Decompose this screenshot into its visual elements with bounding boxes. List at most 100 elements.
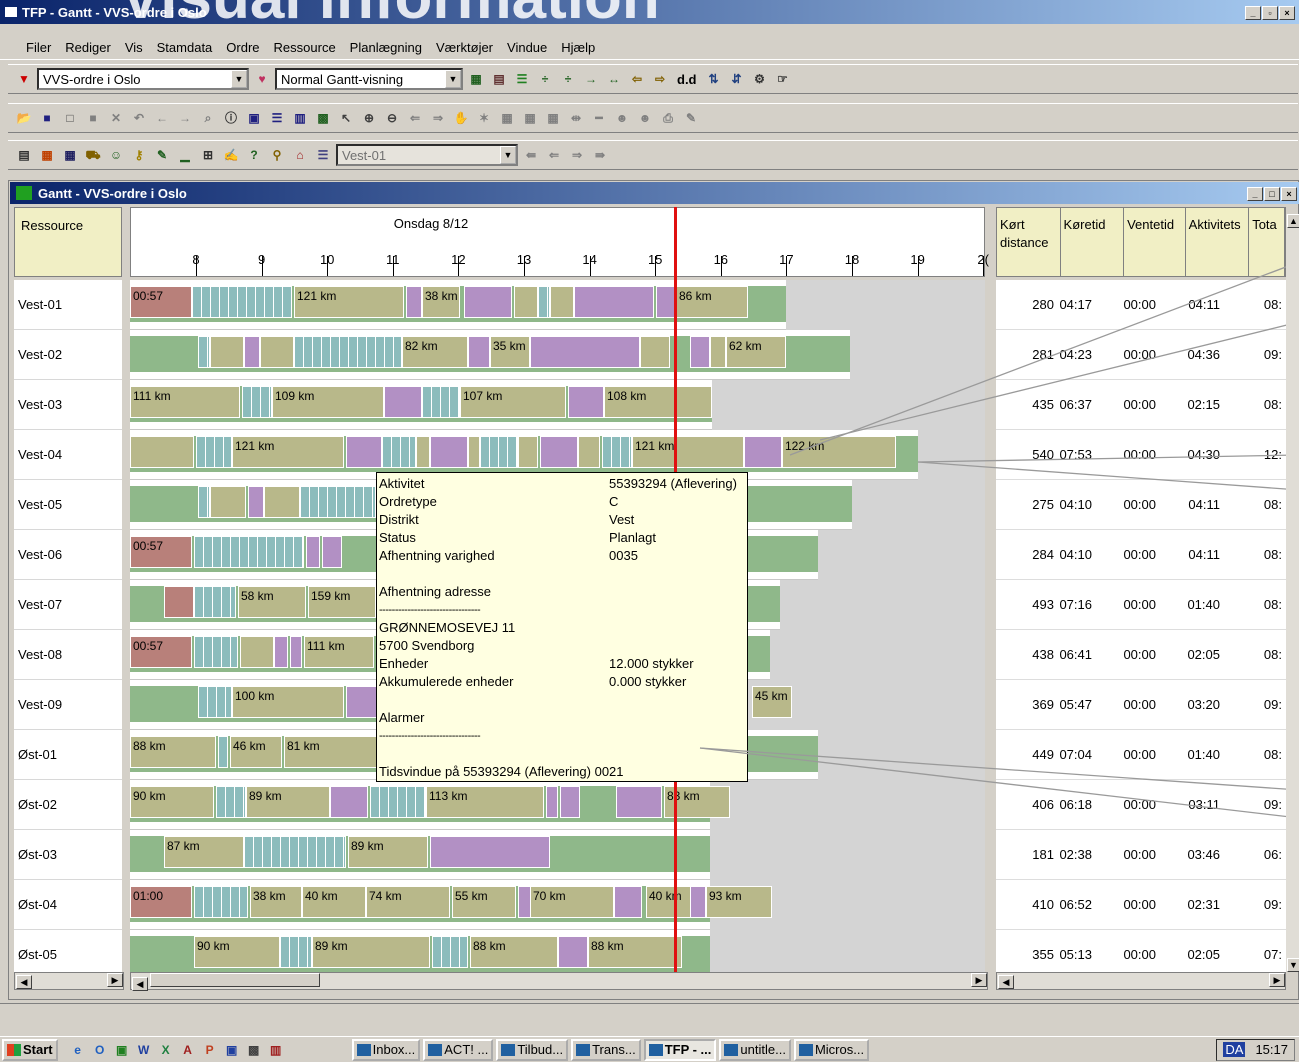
map-icon[interactable]: ▩ — [313, 108, 333, 128]
activity-bar[interactable]: 109 km — [272, 386, 384, 418]
taskbar-button[interactable]: TFP - ... — [643, 1038, 717, 1061]
activity-bar[interactable]: 74 km — [366, 886, 450, 918]
start-button[interactable]: Start — [2, 1038, 58, 1061]
scroll-right-button[interactable]: ▶ — [107, 973, 123, 987]
activity-bar[interactable] — [196, 436, 232, 468]
menu-item-0[interactable]: Filer — [26, 40, 51, 55]
activity-bar[interactable] — [382, 436, 416, 468]
resource-row[interactable]: Vest-09 — [14, 680, 122, 730]
schedule-icon[interactable]: ▦ — [60, 145, 80, 165]
stats-row[interactable]: 369 05:47 00:00 03:20 09: — [996, 680, 1286, 730]
stats-row[interactable]: 281 04:23 00:00 04:36 09: — [996, 330, 1286, 380]
save-disabled-icon[interactable]: ■ — [83, 108, 103, 128]
resource-row[interactable]: Øst-05 — [14, 930, 122, 972]
route-icon[interactable]: ⇹ — [566, 108, 586, 128]
find-order-icon[interactable]: ⚲ — [267, 145, 287, 165]
activity-bar[interactable] — [260, 336, 294, 368]
activity-bar[interactable] — [710, 336, 726, 368]
scroll-up-button[interactable]: ▲ — [1287, 214, 1299, 228]
activity-bar[interactable]: 00:57 — [130, 536, 192, 568]
activity-bar[interactable] — [560, 786, 580, 818]
excel-icon[interactable]: X — [157, 1040, 175, 1060]
brush-icon[interactable]: ✎ — [681, 108, 701, 128]
pan-right-icon[interactable]: ⇒ — [428, 108, 448, 128]
stats-row[interactable]: 406 06:18 00:00 03:11 09: — [996, 780, 1286, 830]
scroll-left-button[interactable]: ◀ — [132, 977, 148, 991]
activity-bar[interactable]: 89 km — [348, 836, 428, 868]
access-icon[interactable]: A — [179, 1040, 197, 1060]
activity-bar[interactable]: 89 km — [246, 786, 330, 818]
activity-bar[interactable] — [198, 686, 232, 718]
activity-bar[interactable] — [300, 486, 376, 518]
activity-bar[interactable]: 159 km — [308, 586, 376, 618]
chevron-down-icon[interactable]: ▼ — [231, 70, 247, 88]
activity-bar[interactable]: 93 km — [706, 886, 772, 918]
key-icon[interactable]: ⚷ — [129, 145, 149, 165]
plan-combo[interactable]: VVS-ordre i Oslo ▼ — [37, 68, 249, 90]
activity-bar[interactable] — [240, 636, 274, 668]
colors-icon[interactable]: ▦ — [37, 145, 57, 165]
activity-bar[interactable] — [690, 886, 706, 918]
scroll-right-button[interactable]: ▶ — [971, 973, 987, 987]
resource-row[interactable]: Vest-01 — [14, 280, 122, 330]
gantt-row[interactable]: 87 km 89 km — [130, 830, 985, 880]
activity-bar[interactable]: 107 km — [460, 386, 566, 418]
last-icon[interactable]: ⇛ — [590, 145, 610, 165]
activity-bar[interactable] — [248, 486, 264, 518]
activity-bar[interactable] — [546, 786, 558, 818]
layers-alt-icon[interactable]: ▦ — [520, 108, 540, 128]
activity-bar[interactable] — [370, 786, 426, 818]
stats-row[interactable]: 284 04:10 00:00 04:11 08: — [996, 530, 1286, 580]
activity-bar[interactable] — [210, 336, 244, 368]
activity-bar[interactable]: 81 km — [284, 736, 384, 768]
activity-bar[interactable] — [744, 436, 782, 468]
resource-row[interactable]: Vest-05 — [14, 480, 122, 530]
find-icon[interactable]: ⌕ — [198, 108, 218, 128]
pointer-icon[interactable]: ☞ — [773, 69, 793, 89]
stats-row[interactable]: 275 04:10 00:00 04:11 08: — [996, 480, 1286, 530]
activity-bar[interactable]: 38 km — [250, 886, 302, 918]
ie-icon[interactable]: e — [69, 1040, 87, 1060]
activity-bar[interactable] — [538, 286, 550, 318]
tile-horizontal-icon[interactable]: ☰ — [267, 108, 287, 128]
activity-bar[interactable]: 40 km — [646, 886, 696, 918]
stats-row[interactable]: 181 02:38 00:00 03:46 06: — [996, 830, 1286, 880]
activity-bar[interactable]: 55 km — [452, 886, 516, 918]
activity-bar[interactable] — [432, 936, 468, 968]
gantt-hscrollbar[interactable]: ◀ ▶ — [130, 972, 988, 991]
activity-bar[interactable] — [264, 486, 300, 518]
resource-header[interactable]: Ressource — [14, 207, 122, 277]
activity-bar[interactable]: 121 km — [632, 436, 744, 468]
taskbar-button[interactable]: Inbox... — [351, 1038, 421, 1061]
activity-bar[interactable]: 87 km — [164, 836, 244, 868]
stats-row[interactable]: 438 06:41 00:00 02:05 08: — [996, 630, 1286, 680]
house-icon[interactable]: ⌂ — [290, 145, 310, 165]
activity-bar[interactable] — [294, 336, 402, 368]
activity-bar[interactable] — [244, 836, 346, 868]
activity-bar[interactable] — [578, 436, 600, 468]
star-icon[interactable]: ✶ — [474, 108, 494, 128]
activity-bar[interactable] — [290, 636, 302, 668]
menu-item-1[interactable]: Rediger — [65, 40, 111, 55]
activity-bar[interactable] — [274, 636, 288, 668]
pen-icon[interactable]: ✍ — [221, 145, 241, 165]
zoom-out-icon[interactable]: ⊖ — [382, 108, 402, 128]
gantt-row[interactable]: 90 km 89 km 88 km 88 km — [130, 930, 985, 972]
menu-item-7[interactable]: Værktøjer — [436, 40, 493, 55]
app1-icon[interactable]: ▣ — [113, 1040, 131, 1060]
activity-bar[interactable]: 88 km — [130, 736, 216, 768]
undo-icon[interactable]: ↶ — [129, 108, 149, 128]
line-icon[interactable]: ━ — [589, 108, 609, 128]
delete-icon[interactable]: ✕ — [106, 108, 126, 128]
truck-icon[interactable]: ⛟ — [83, 145, 103, 165]
driver-icon[interactable]: ☺ — [106, 145, 126, 165]
window-close-button[interactable]: × — [1281, 187, 1297, 201]
restore-button[interactable]: ▫ — [1262, 6, 1278, 20]
stats-row[interactable]: 410 06:52 00:00 02:31 09: — [996, 880, 1286, 930]
activity-bar[interactable] — [218, 736, 228, 768]
activity-bar[interactable]: 90 km — [194, 936, 280, 968]
activity-bar[interactable] — [616, 786, 662, 818]
resource-row[interactable]: Vest-08 — [14, 630, 122, 680]
activity-bar[interactable]: 01:00 — [130, 886, 192, 918]
open-icon[interactable]: 📂 — [14, 108, 34, 128]
